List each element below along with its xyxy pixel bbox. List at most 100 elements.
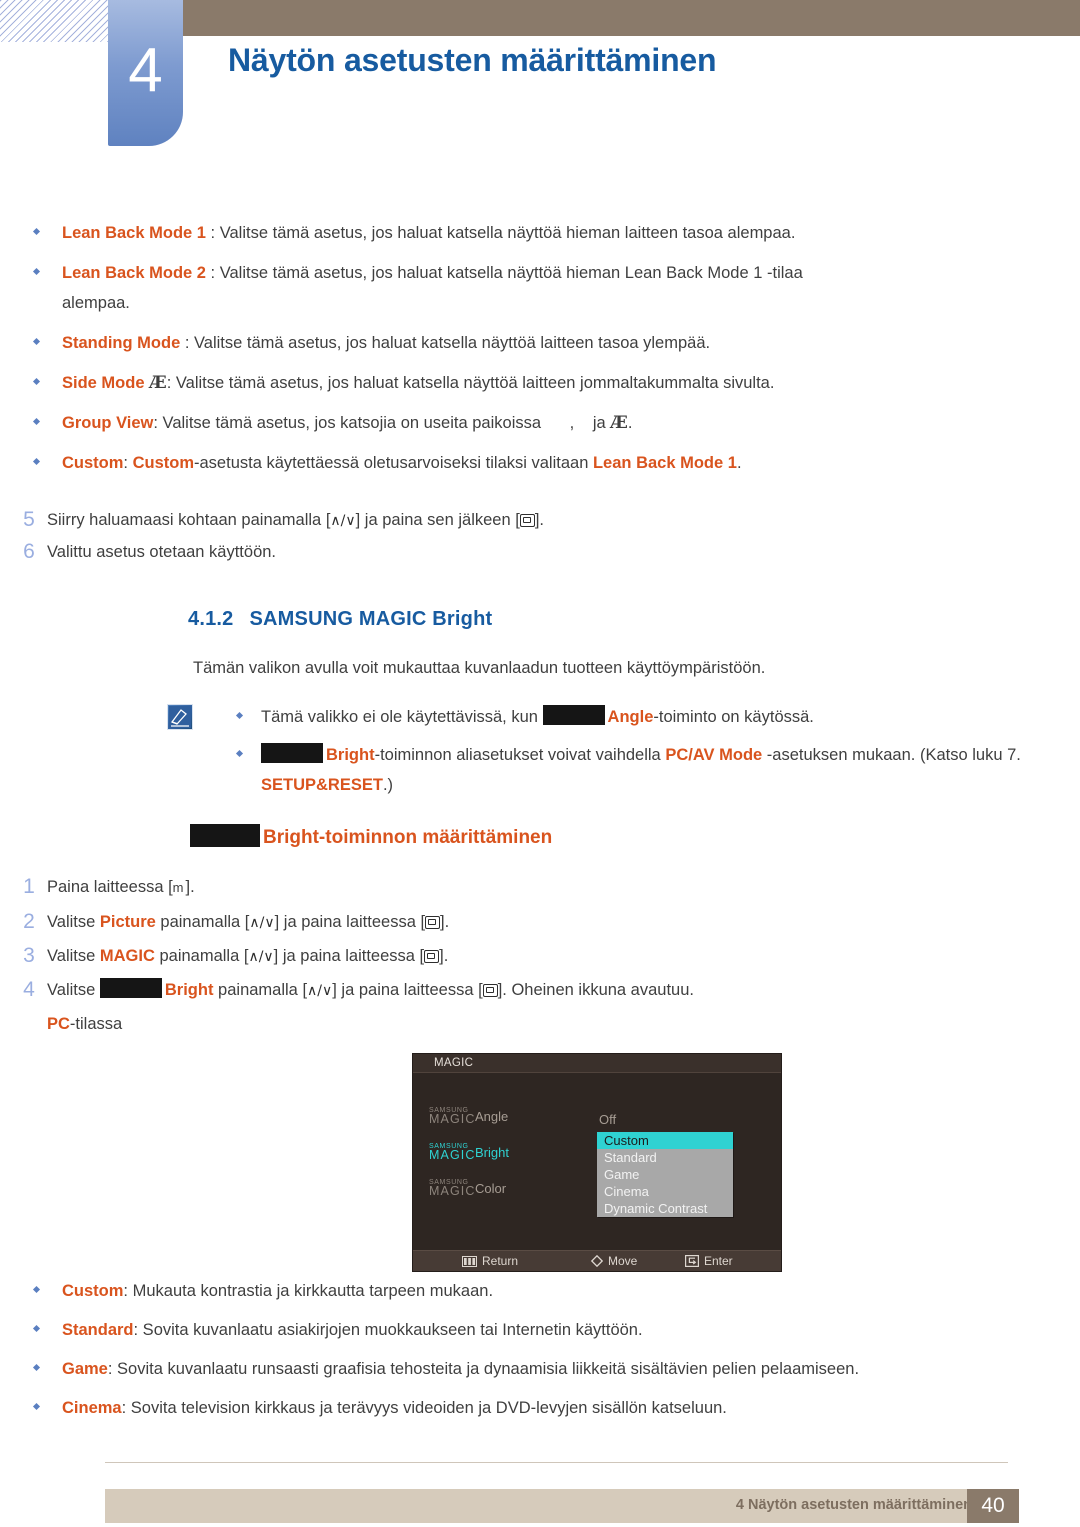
osd-item-label: Angle (475, 1108, 509, 1124)
note-term: Angle (607, 708, 654, 726)
pc-mode-term: PC (47, 1015, 70, 1033)
bullet-dot-icon (32, 1402, 41, 1411)
samsung-magic-logo-placeholder (261, 743, 323, 763)
osd-footer-return-label: Return (482, 1254, 519, 1268)
mode-term: Custom (62, 454, 124, 472)
note-term: SETUP&RESET (261, 776, 383, 794)
enter-key-icon (482, 984, 498, 997)
step-subtext: PC-tilassa (47, 1007, 1080, 1041)
samsung-magic-logo-placeholder (542, 705, 605, 725)
step-text: ] ja paina laitteessa [ (332, 981, 483, 999)
step-number: 3 (23, 944, 35, 967)
list-item: Standard: Sovita kuvanlaatu asiakirjojen… (0, 1315, 902, 1345)
logo-magic-text: MAGIC (429, 1184, 476, 1198)
step-text: painamalla [ (154, 947, 249, 965)
note-text: -asetuksen mukaan. (Katso luku 7. (762, 746, 1021, 764)
step-text: ]. (440, 913, 450, 931)
step-number: 6 (23, 540, 35, 563)
up-down-key-icon: ∧/∨ (249, 915, 275, 931)
enter-arrow-icon (685, 1255, 700, 1270)
bullet-dot-icon (235, 711, 244, 720)
step-term: MAGIC (99, 947, 155, 965)
bullet-dot-icon (32, 417, 41, 426)
osd-footer-enter[interactable]: Enter (685, 1254, 733, 1270)
step-text: painamalla [ (155, 913, 250, 931)
note-bullet-list: Tämä valikko ei ole käytettävissä, kun A… (167, 702, 1047, 800)
mode-bullet-list: Lean Back Mode 1 : Valitse tämä asetus, … (0, 218, 1080, 478)
osd-item-color[interactable]: SAMSUNG MAGIC Color (429, 1179, 506, 1205)
osd-item-label: Bright (475, 1144, 509, 1160)
note-text: Tämä valikko ei ole käytettävissä, kun (261, 708, 543, 726)
samsung-magic-logo-placeholder (99, 978, 162, 998)
mode-term: Standing Mode (62, 334, 181, 352)
mode-description-ja: ja (592, 414, 606, 432)
page-number: 40 (981, 1494, 1005, 1517)
osd-item-angle[interactable]: SAMSUNG MAGIC Angle (429, 1107, 508, 1133)
mode-description: : Sovita kuvanlaatu runsaasti graafisia … (107, 1360, 860, 1378)
enter-key-icon (424, 950, 440, 963)
mode-term: Lean Back Mode 1 (62, 224, 206, 242)
bullet-dot-icon (32, 227, 41, 236)
steps-top-list: 5 Siirry haluamaasi kohtaan painamalla [∧… (0, 504, 1080, 568)
osd-dropdown-option-cinema[interactable]: Cinema (597, 1183, 733, 1200)
note-text: -toiminto on käytössä. (653, 708, 814, 726)
osd-dropdown-option-standard[interactable]: Standard (597, 1149, 733, 1166)
list-item: Tämä valikko ei ole käytettävissä, kun A… (233, 702, 1061, 732)
osd-footer-bar: Return Move Enter (413, 1250, 781, 1271)
step-text: ]. (534, 511, 544, 529)
osd-item-bright[interactable]: SAMSUNG MAGIC Bright (429, 1143, 509, 1169)
side-mode-glyph-icon: Æ (149, 373, 167, 393)
step-text: ]. Oheinen ikkuna avautuu. (497, 981, 694, 999)
osd-item-label: Color (475, 1180, 507, 1196)
osd-footer-move-label: Move (608, 1254, 638, 1268)
mode-description: . (736, 454, 742, 472)
step-item: 2 Valitse Picture painamalla [∧/∨] ja pai… (0, 905, 1080, 939)
list-item: Custom: Custom-asetusta käytettäessä ole… (0, 448, 942, 478)
section-heading: 4.1.2 SAMSUNG MAGIC Bright (188, 608, 492, 631)
move-diamond-icon (590, 1254, 604, 1270)
osd-dropdown-option-dynamic-contrast[interactable]: Dynamic Contrast (597, 1200, 733, 1217)
mode-description: : Valitse tämä asetus, jos haluat katsel… (166, 374, 775, 392)
note-term: Bright (326, 746, 375, 764)
osd-footer-move[interactable]: Move (590, 1254, 638, 1270)
step-item: 1 Paina laitteessa [m]. (0, 870, 1080, 905)
step-text: ]. (185, 878, 195, 896)
mode-description: : Valitse tämä asetus, jos katsojia on u… (153, 414, 542, 432)
step-text: Valittu asetus otetaan käyttöön. (47, 543, 277, 561)
step-item: 5 Siirry haluamaasi kohtaan painamalla [∧… (0, 504, 1080, 536)
samsung-magic-logo: SAMSUNG MAGIC (429, 1179, 476, 1198)
bullet-dot-icon (32, 1285, 41, 1294)
step-text: Valitse (47, 947, 100, 965)
step-item: 6 Valittu asetus otetaan käyttöön. (0, 536, 1080, 568)
osd-dropdown-option-game[interactable]: Game (597, 1166, 733, 1183)
osd-footer-return[interactable]: Return (462, 1254, 518, 1270)
bullet-dot-icon (32, 337, 41, 346)
enter-key-icon (519, 514, 535, 527)
list-item: Lean Back Mode 1 : Valitse tämä asetus, … (0, 218, 862, 248)
mode-description: : Sovita kuvanlaatu asiakirjojen muokkau… (133, 1321, 643, 1339)
step-number: 2 (23, 910, 35, 933)
menu-key-icon: m (172, 880, 186, 895)
bullet-dot-icon (235, 749, 244, 758)
bullet-dot-icon (32, 377, 41, 386)
mode-term: Custom (62, 1282, 124, 1300)
group-view-glyph-icon: Æ (610, 413, 628, 433)
mode-term-inline: Custom (132, 454, 195, 472)
mode-term-inline: Lean Back Mode 1 (592, 454, 737, 472)
bullet-dot-icon (32, 1324, 41, 1333)
subsection-heading: Bright-toiminnon määrittäminen (190, 824, 552, 849)
osd-title-text: MAGIC (434, 1057, 474, 1069)
note-text: -toiminnon aliasetukset voivat vaihdella (374, 746, 666, 764)
mode-description: : Mukauta kontrastia ja kirkkautta tarpe… (123, 1282, 494, 1300)
bullet-dot-icon (32, 1363, 41, 1372)
section-title: SAMSUNG MAGIC Bright (249, 608, 493, 630)
return-bars-icon (462, 1256, 477, 1270)
step-text: ] ja paina laitteessa [ (273, 947, 425, 965)
mode-term: Standard (62, 1321, 134, 1339)
osd-dropdown-list[interactable]: Custom Standard Game Cinema Dynamic Cont… (597, 1132, 733, 1217)
chapter-number: 4 (128, 36, 163, 105)
samsung-magic-logo: SAMSUNG MAGIC (429, 1107, 474, 1126)
step-number: 1 (23, 875, 35, 898)
mode-description: : Sovita television kirkkaus ja terävyys… (121, 1399, 727, 1417)
osd-dropdown-option-custom[interactable]: Custom (597, 1132, 733, 1149)
